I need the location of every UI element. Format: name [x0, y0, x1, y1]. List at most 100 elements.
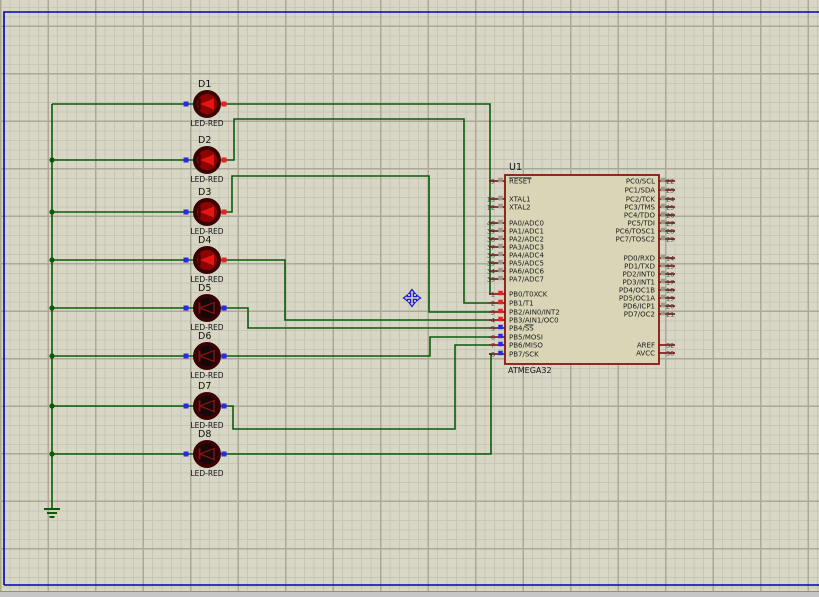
- pin-24[interactable]: 24PC2/TCK: [626, 196, 675, 204]
- pin-9[interactable]: 9 RESET: [489, 178, 532, 186]
- schematic-canvas[interactable]: D1LED-REDD2LED-REDD3LED-REDD4LED-REDD5LE…: [0, 0, 819, 597]
- pin-35[interactable]: 35PA5/ADC5: [487, 260, 544, 268]
- pin-number: 6: [491, 334, 495, 342]
- pin-state-indicator: [498, 220, 503, 225]
- pin-state-indicator: [661, 295, 666, 300]
- pin-13[interactable]: 13XTAL1: [487, 196, 531, 204]
- led-model-label: LED-RED: [190, 469, 223, 478]
- pin-state-indicator: [498, 317, 503, 322]
- pin-number: 19: [666, 295, 674, 303]
- wire-d2-pb1[interactable]: [218, 119, 489, 303]
- pin-number: 38: [487, 236, 495, 244]
- wire-d7-pb6[interactable]: [218, 345, 489, 429]
- pin-2[interactable]: 2PB1/T1: [489, 300, 534, 308]
- pin-14[interactable]: 14PD0/RXD: [624, 255, 675, 263]
- pin-state-indicator: [498, 252, 503, 257]
- chip-U1[interactable]: U1ATMEGA329RESET13XTAL112XTAL240PA0/ADC0…: [487, 162, 675, 375]
- wire-d4-pb3[interactable]: [218, 260, 489, 320]
- pin-label: PA5/ADC5: [509, 260, 544, 268]
- pin-state-indicator: [498, 178, 503, 183]
- wire-d3-pb2[interactable]: [218, 176, 489, 312]
- pin-number: 22: [666, 178, 674, 186]
- led-ref-label: D3: [198, 187, 211, 198]
- pin-state-indicator: [661, 279, 666, 284]
- pin-12[interactable]: 12XTAL2: [487, 204, 531, 212]
- pin-number: 21: [666, 311, 674, 319]
- pin-22[interactable]: 22PC0/SCL: [626, 178, 675, 186]
- pin-label: PC2/TCK: [626, 196, 656, 204]
- pin-20[interactable]: 20PD6/ICP1: [623, 303, 675, 311]
- pin-6[interactable]: 6 PB5/MOSI: [489, 334, 543, 342]
- pin-5[interactable]: 5PB4/SS: [489, 325, 534, 333]
- led-model-label: LED-RED: [190, 371, 223, 380]
- pin-34[interactable]: 34PA6/ADC6: [487, 268, 545, 276]
- pin-state-indicator: [184, 158, 189, 163]
- pin-number: 9: [491, 178, 495, 186]
- wire-d1-pb0[interactable]: [218, 104, 490, 294]
- pin-26[interactable]: 26PC4/TDO: [624, 212, 675, 220]
- led-model-label: LED-RED: [190, 119, 223, 128]
- led-ref-label: D5: [198, 283, 211, 294]
- pin-state-indicator: [222, 354, 227, 359]
- pin-23[interactable]: 23PC1/SDA: [625, 187, 675, 195]
- pin-label: PB5/MOSI: [509, 334, 543, 342]
- pin-state-indicator: [498, 342, 503, 347]
- pin-state-indicator: [222, 306, 227, 311]
- pin-state-indicator: [222, 404, 227, 409]
- pin-37[interactable]: 37PA3/ADC3: [487, 244, 544, 252]
- wire-d5-pb4[interactable]: [218, 308, 489, 328]
- pin-40[interactable]: 40 PA0/ADC0: [487, 220, 544, 228]
- pin-label: PC6/TOSC1: [616, 228, 656, 236]
- led-ref-label: D7: [198, 381, 211, 392]
- pin-7[interactable]: 7PB6/MISO: [489, 342, 543, 350]
- pin-4[interactable]: 4PB3/AIN1/OC0: [489, 317, 559, 325]
- pin-8[interactable]: 8PB7/SCK: [489, 351, 539, 359]
- pin-number: 15: [666, 263, 674, 271]
- pin-label: PB7/SCK: [509, 351, 539, 359]
- pin-state-indicator: [661, 263, 666, 268]
- pin-state-indicator: [184, 354, 189, 359]
- wires[interactable]: [49, 104, 491, 509]
- pin-3[interactable]: 3PB2/AIN0/INT2: [489, 309, 560, 317]
- pin-state-indicator: [498, 325, 503, 330]
- pin-16[interactable]: 16PD2/INT0: [623, 271, 675, 279]
- pin-36[interactable]: 36PA4/ADC4: [487, 252, 545, 260]
- pin-label: RESET: [509, 178, 532, 186]
- pin-21[interactable]: 21PD7/OC2: [624, 311, 675, 319]
- pin-state-indicator: [184, 102, 189, 107]
- pin-39[interactable]: 39PA1/ADC1: [487, 228, 544, 236]
- pin-number: 40: [487, 220, 495, 228]
- pin-29[interactable]: 29PC7/TOSC2: [616, 236, 676, 244]
- pin-38[interactable]: 38PA2/ADC2: [487, 236, 544, 244]
- sheet-border: [4, 12, 819, 585]
- pin-state-indicator: [184, 404, 189, 409]
- wire-d8-pb7[interactable]: [218, 354, 491, 454]
- pin-17[interactable]: 17PD3/INT1: [623, 279, 675, 287]
- pin-number: 27: [666, 220, 674, 228]
- pin-label: PD6/ICP1: [623, 303, 655, 311]
- ground-symbol[interactable]: [44, 509, 60, 517]
- pin-label: PB1/T1: [509, 300, 534, 308]
- pin-number: 32: [666, 342, 674, 350]
- pin-19[interactable]: 19PD5/OC1A: [619, 295, 675, 303]
- pin-28[interactable]: 28PC6/TOSC1: [616, 228, 676, 236]
- pin-1[interactable]: 1PB0/T0XCK: [489, 291, 548, 299]
- pin-label: PC7/TOSC2: [616, 236, 656, 244]
- pin-number: 18: [666, 287, 674, 295]
- schematic-drawing: D1LED-REDD2LED-REDD3LED-REDD4LED-REDD5LE…: [0, 0, 819, 597]
- pin-state-indicator: [661, 303, 666, 308]
- pin-18[interactable]: 18PD4/OC1B: [619, 287, 675, 295]
- pin-state-indicator: [661, 220, 666, 225]
- pin-label: PB6/MISO: [509, 342, 543, 350]
- pin-label: PC3/TMS: [624, 204, 655, 212]
- pin-15[interactable]: 15PD1/TXD: [624, 263, 675, 271]
- pin-25[interactable]: 25PC3/TMS: [624, 204, 675, 212]
- pin-27[interactable]: 27PC5/TDI: [627, 220, 675, 228]
- pin-33[interactable]: 33PA7/ADC7: [487, 276, 544, 284]
- led-ref-label: D1: [198, 79, 211, 90]
- pin-label: PA0/ADC0: [509, 220, 544, 228]
- wire-d6-pb5[interactable]: [218, 337, 489, 356]
- pin-state-indicator: [222, 210, 227, 215]
- pin-label: PA7/ADC7: [509, 276, 544, 284]
- pin-state-indicator: [498, 244, 503, 249]
